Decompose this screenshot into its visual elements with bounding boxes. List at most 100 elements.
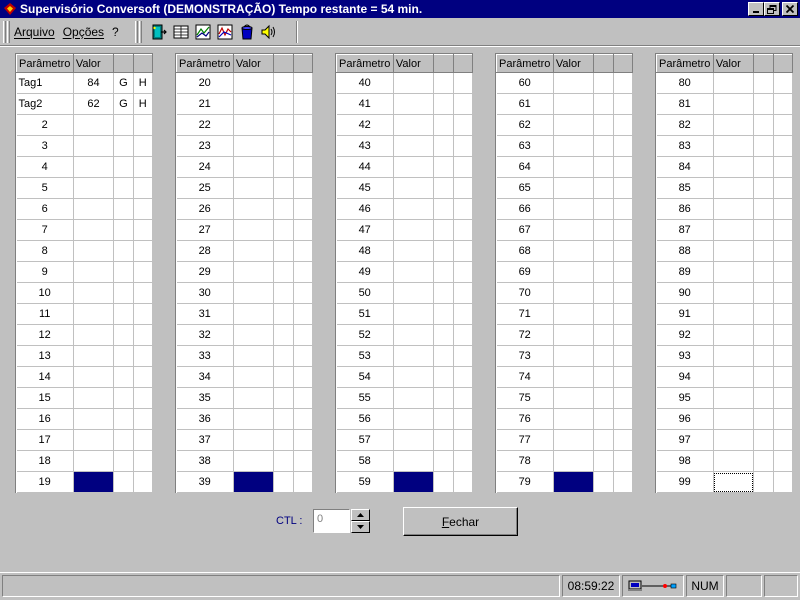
table-row[interactable]: 40 bbox=[336, 72, 474, 94]
param-cell[interactable]: 53 bbox=[336, 345, 394, 367]
header-valor[interactable]: Valor bbox=[552, 54, 595, 73]
value-cell[interactable] bbox=[393, 471, 435, 493]
value-cell[interactable] bbox=[233, 408, 275, 430]
table-row[interactable]: 24 bbox=[176, 156, 314, 178]
table-row[interactable]: 32 bbox=[176, 324, 314, 346]
param-cell[interactable]: 55 bbox=[336, 387, 394, 409]
flag-cell[interactable] bbox=[593, 93, 614, 115]
flag-cell[interactable] bbox=[433, 303, 454, 325]
flag-cell[interactable] bbox=[293, 93, 314, 115]
flag-cell[interactable] bbox=[273, 93, 294, 115]
flag-cell[interactable] bbox=[593, 135, 614, 157]
flag-cell[interactable] bbox=[113, 303, 134, 325]
param-cell[interactable]: 74 bbox=[496, 366, 554, 388]
table-row[interactable]: 90 bbox=[656, 282, 794, 304]
flag-cell[interactable] bbox=[613, 450, 634, 472]
flag-cell[interactable] bbox=[453, 345, 474, 367]
value-cell[interactable] bbox=[233, 240, 275, 262]
table-row[interactable]: 20 bbox=[176, 72, 314, 94]
flag-cell[interactable] bbox=[773, 345, 794, 367]
param-cell[interactable]: 41 bbox=[336, 93, 394, 115]
table-row[interactable]: 76 bbox=[496, 408, 634, 430]
value-cell[interactable] bbox=[393, 135, 435, 157]
flag-cell[interactable] bbox=[753, 135, 774, 157]
flag-cell[interactable] bbox=[113, 156, 134, 178]
param-cell[interactable]: 24 bbox=[176, 156, 234, 178]
value-cell[interactable] bbox=[393, 408, 435, 430]
flag-cell[interactable] bbox=[293, 240, 314, 262]
param-cell[interactable]: 91 bbox=[656, 303, 714, 325]
table-row[interactable]: 57 bbox=[336, 429, 474, 451]
flag-cell[interactable] bbox=[593, 429, 614, 451]
flag-cell[interactable] bbox=[113, 366, 134, 388]
table-row[interactable]: 43 bbox=[336, 135, 474, 157]
param-cell[interactable]: 21 bbox=[176, 93, 234, 115]
flag-cell[interactable] bbox=[273, 450, 294, 472]
flag-cell[interactable] bbox=[773, 198, 794, 220]
table-row[interactable]: 80 bbox=[656, 72, 794, 94]
flag-cell[interactable] bbox=[773, 219, 794, 241]
flag-cell[interactable] bbox=[773, 324, 794, 346]
table-row[interactable]: 99 bbox=[656, 471, 794, 493]
value-cell[interactable] bbox=[713, 114, 755, 136]
flag-cell[interactable] bbox=[753, 261, 774, 283]
param-cell[interactable]: 37 bbox=[176, 429, 234, 451]
param-cell[interactable]: 83 bbox=[656, 135, 714, 157]
value-cell[interactable] bbox=[393, 219, 435, 241]
header-col-3[interactable] bbox=[593, 54, 614, 73]
flag-cell[interactable] bbox=[113, 345, 134, 367]
param-cell[interactable]: 33 bbox=[176, 345, 234, 367]
param-cell[interactable]: 87 bbox=[656, 219, 714, 241]
flag-cell[interactable]: G bbox=[113, 93, 134, 115]
value-cell[interactable] bbox=[713, 72, 755, 94]
flag-cell[interactable] bbox=[293, 324, 314, 346]
flag-cell[interactable] bbox=[773, 93, 794, 115]
value-cell[interactable] bbox=[713, 324, 755, 346]
param-cell[interactable]: 94 bbox=[656, 366, 714, 388]
flag-cell[interactable] bbox=[113, 198, 134, 220]
table-row[interactable]: 10 bbox=[16, 282, 154, 304]
value-cell[interactable] bbox=[233, 72, 275, 94]
value-cell[interactable]: 84 bbox=[73, 72, 115, 94]
table-row[interactable]: 26 bbox=[176, 198, 314, 220]
flag-cell[interactable] bbox=[113, 114, 134, 136]
flag-cell[interactable] bbox=[593, 219, 614, 241]
value-cell[interactable] bbox=[553, 261, 595, 283]
param-cell[interactable]: 54 bbox=[336, 366, 394, 388]
table-row[interactable]: 50 bbox=[336, 282, 474, 304]
value-cell[interactable] bbox=[73, 429, 115, 451]
flag-cell[interactable] bbox=[433, 429, 454, 451]
table-row[interactable]: 63 bbox=[496, 135, 634, 157]
bucket-tool-button[interactable] bbox=[236, 21, 258, 43]
value-cell[interactable] bbox=[73, 198, 115, 220]
table-row[interactable]: 54 bbox=[336, 366, 474, 388]
flag-cell[interactable] bbox=[133, 471, 154, 493]
table-row[interactable]: 35 bbox=[176, 387, 314, 409]
flag-cell[interactable] bbox=[433, 261, 454, 283]
flag-cell[interactable] bbox=[753, 408, 774, 430]
table-row[interactable]: 9 bbox=[16, 261, 154, 283]
flag-cell[interactable] bbox=[613, 408, 634, 430]
value-cell[interactable] bbox=[553, 198, 595, 220]
value-cell[interactable] bbox=[713, 282, 755, 304]
param-cell[interactable]: 59 bbox=[336, 471, 394, 493]
flag-cell[interactable] bbox=[773, 282, 794, 304]
table-row[interactable]: 30 bbox=[176, 282, 314, 304]
param-cell[interactable]: 80 bbox=[656, 72, 714, 94]
param-cell[interactable]: 43 bbox=[336, 135, 394, 157]
param-cell[interactable]: 66 bbox=[496, 198, 554, 220]
flag-cell[interactable] bbox=[273, 240, 294, 262]
flag-cell[interactable] bbox=[133, 261, 154, 283]
param-cell[interactable]: 32 bbox=[176, 324, 234, 346]
flag-cell[interactable] bbox=[453, 324, 474, 346]
param-cell[interactable]: 58 bbox=[336, 450, 394, 472]
header-col-4[interactable] bbox=[132, 54, 154, 73]
header-col-4[interactable] bbox=[452, 54, 474, 73]
value-cell[interactable] bbox=[73, 177, 115, 199]
value-cell[interactable] bbox=[233, 387, 275, 409]
value-cell[interactable] bbox=[713, 219, 755, 241]
flag-cell[interactable]: G bbox=[113, 72, 134, 94]
flag-cell[interactable] bbox=[113, 471, 134, 493]
value-cell[interactable] bbox=[553, 324, 595, 346]
flag-cell[interactable] bbox=[593, 366, 614, 388]
